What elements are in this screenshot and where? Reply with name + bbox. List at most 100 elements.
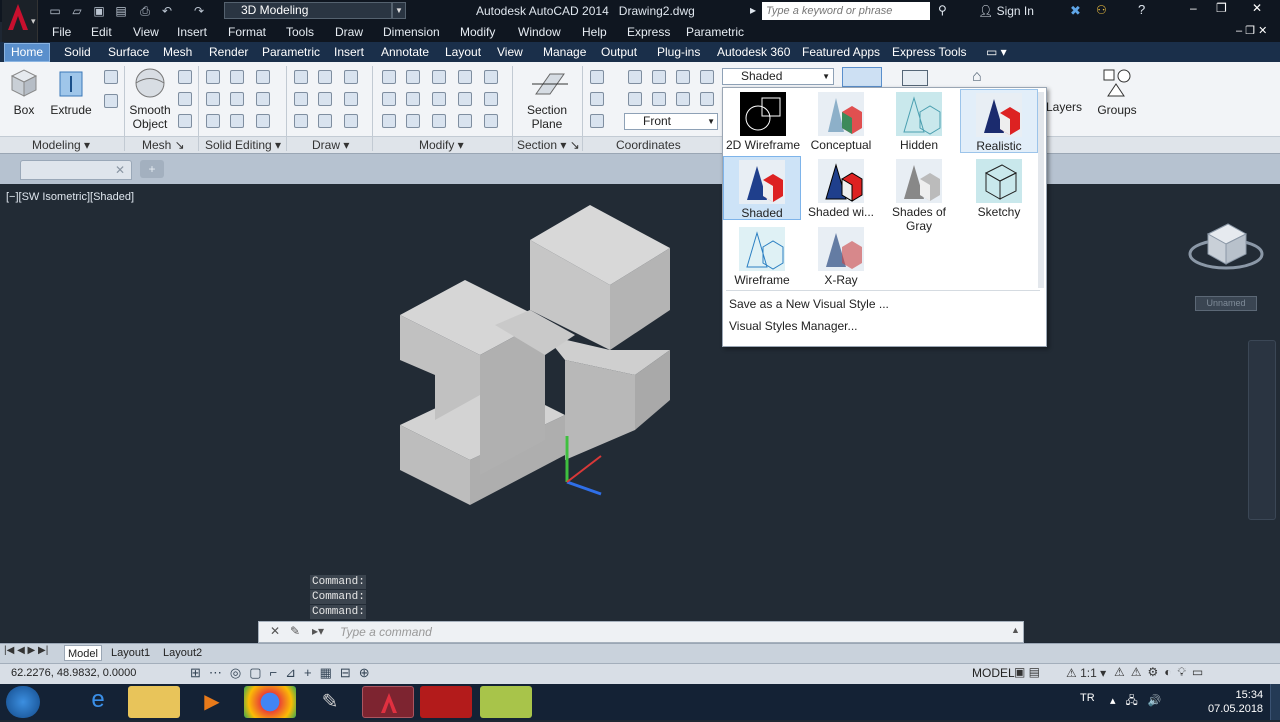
presspull-icon[interactable]: [104, 94, 118, 108]
menu-help[interactable]: Help: [582, 25, 607, 39]
menu-modify[interactable]: Modify: [460, 25, 495, 39]
start-button[interactable]: [6, 686, 40, 718]
gallery-scrollbar[interactable]: [1038, 92, 1044, 288]
media-player-icon[interactable]: ▶: [186, 686, 238, 718]
menu-view[interactable]: View: [133, 25, 159, 39]
quick-view-icon[interactable]: ▣ ▤: [1014, 665, 1040, 679]
wrench-icon[interactable]: ✎: [290, 624, 300, 638]
annotation-scale[interactable]: ⚠ 1:1 ▾: [1066, 666, 1106, 680]
save-as-icon[interactable]: ▤: [112, 3, 130, 19]
ucs-icon[interactable]: [676, 92, 690, 106]
ellipse-icon[interactable]: [344, 114, 358, 128]
system-clock[interactable]: 15:34 07.05.2018: [1208, 688, 1263, 716]
sign-in-button[interactable]: 👤︎ Sign In: [978, 4, 1034, 18]
tab-model[interactable]: Model: [64, 645, 102, 661]
ucs-icon[interactable]: [652, 92, 666, 106]
ucs-menu[interactable]: Unnamed: [1195, 296, 1257, 311]
layers-button[interactable]: Layers: [1046, 66, 1082, 126]
polysolid-icon[interactable]: [104, 70, 118, 84]
tab-featured-apps[interactable]: Featured Apps: [802, 45, 880, 59]
rectangle-icon[interactable]: [318, 114, 332, 128]
solid-edit-icon[interactable]: [256, 114, 270, 128]
modify-tool-icon[interactable]: [406, 114, 420, 128]
menu-format[interactable]: Format: [228, 25, 266, 39]
menu-tools[interactable]: Tools: [286, 25, 314, 39]
file-tab-drawing2[interactable]: ✕: [20, 160, 132, 180]
menu-parametric[interactable]: Parametric: [686, 25, 744, 39]
modify-tool-icon[interactable]: [432, 114, 446, 128]
tab-mesh[interactable]: Mesh: [163, 45, 192, 59]
panel-title-coordinates[interactable]: Coordinates: [616, 138, 681, 152]
file-explorer-icon[interactable]: [128, 686, 180, 718]
panel-title-section[interactable]: Section ▾ ↘: [517, 138, 580, 152]
panel-title-mesh[interactable]: Mesh ↘: [142, 138, 185, 152]
construction-line-icon[interactable]: [318, 92, 332, 106]
menu-file[interactable]: File: [52, 25, 71, 39]
application-menu-button[interactable]: ▾: [2, 0, 38, 42]
autocad-task-icon[interactable]: [362, 686, 414, 718]
autodesk-360-icon[interactable]: ⚇: [1096, 3, 1107, 17]
modify-tool-icon[interactable]: [458, 114, 472, 128]
doc-window-controls[interactable]: – ❐ ✕: [1236, 24, 1267, 37]
solid-edit-icon[interactable]: [256, 70, 270, 84]
panel-title-modify[interactable]: Modify ▾: [419, 138, 464, 152]
panel-title-modeling[interactable]: Modeling ▾: [32, 138, 90, 152]
visual-style-2d-wireframe[interactable]: 2D Wireframe: [724, 89, 802, 153]
modify-tool-icon[interactable]: [382, 114, 396, 128]
solid-edit-icon[interactable]: [230, 114, 244, 128]
open-icon[interactable]: ▱: [68, 3, 86, 19]
tab-insert[interactable]: Insert: [334, 45, 364, 59]
search-input[interactable]: Type a keyword or phrase: [762, 2, 930, 20]
circle-icon[interactable]: [344, 92, 358, 106]
panel-title-solid-editing[interactable]: Solid Editing ▾: [205, 138, 281, 152]
model-space-toggle[interactable]: MODEL: [972, 666, 1015, 680]
coordinates-readout[interactable]: 62.2276, 48.9832, 0.0000: [11, 667, 136, 679]
command-prompt-icon[interactable]: ▸▾: [312, 624, 324, 638]
save-icon[interactable]: ▣: [90, 3, 108, 19]
ucs-icon[interactable]: [652, 70, 666, 84]
box-button[interactable]: Box: [6, 66, 42, 132]
paint-icon[interactable]: ✎: [304, 686, 356, 718]
ribbon-minimize-icon[interactable]: ▭ ▾: [986, 45, 1007, 59]
polyline-icon[interactable]: [318, 70, 332, 84]
tab-output[interactable]: Output: [601, 45, 637, 59]
chevron-down-icon[interactable]: ▼: [392, 2, 406, 19]
drafting-toggles[interactable]: ⊞⋯◎▢⌐⊿+▦⊟⊕: [190, 665, 378, 681]
viewport-config-icon[interactable]: [902, 70, 928, 86]
menu-draw[interactable]: Draw: [335, 25, 363, 39]
visual-style-dropdown[interactable]: Shaded ▼: [722, 68, 834, 85]
visual-style-realistic[interactable]: Realistic: [960, 89, 1038, 153]
language-indicator[interactable]: TR: [1080, 692, 1095, 704]
extrude-button[interactable]: Extrude: [50, 66, 92, 132]
visual-style-shaded[interactable]: Shaded: [723, 156, 801, 220]
mesh-tool-icon[interactable]: [178, 92, 192, 106]
tab-view[interactable]: View: [497, 45, 523, 59]
save-as-new-visual-style[interactable]: Save as a New Visual Style ...: [729, 297, 889, 311]
show-desktop-button[interactable]: [1270, 684, 1280, 720]
maximize-icon[interactable]: ❐: [1216, 1, 1227, 15]
solid-edit-icon[interactable]: [206, 70, 220, 84]
tab-layout2[interactable]: Layout2: [160, 645, 205, 661]
arc-icon[interactable]: [344, 70, 358, 84]
modify-tool-icon[interactable]: [406, 70, 420, 84]
modify-tool-icon[interactable]: [484, 70, 498, 84]
selection-filter-icon[interactable]: ⌂: [972, 68, 982, 86]
menu-window[interactable]: Window: [518, 25, 561, 39]
modify-tool-icon[interactable]: [382, 70, 396, 84]
visual-style-hidden[interactable]: Hidden: [880, 89, 958, 153]
close-icon[interactable]: ✕: [270, 624, 280, 638]
polygon-icon[interactable]: [294, 114, 308, 128]
redo-icon[interactable]: ↷: [190, 3, 208, 19]
solid-edit-icon[interactable]: [206, 92, 220, 106]
groups-button[interactable]: Groups: [1096, 66, 1138, 126]
chevron-up-icon[interactable]: ▲: [1011, 625, 1020, 635]
acrobat-icon[interactable]: [420, 686, 472, 718]
new-tab-button[interactable]: +: [140, 160, 164, 178]
menu-dimension[interactable]: Dimension: [383, 25, 440, 39]
visual-style-sketchy[interactable]: Sketchy: [960, 156, 1038, 220]
viewcube-icon[interactable]: [1186, 212, 1266, 282]
workspace-dropdown[interactable]: 3D Modeling: [224, 2, 392, 19]
tab-surface[interactable]: Surface: [108, 45, 149, 59]
solid-edit-icon[interactable]: [230, 70, 244, 84]
tab-render[interactable]: Render: [209, 45, 248, 59]
